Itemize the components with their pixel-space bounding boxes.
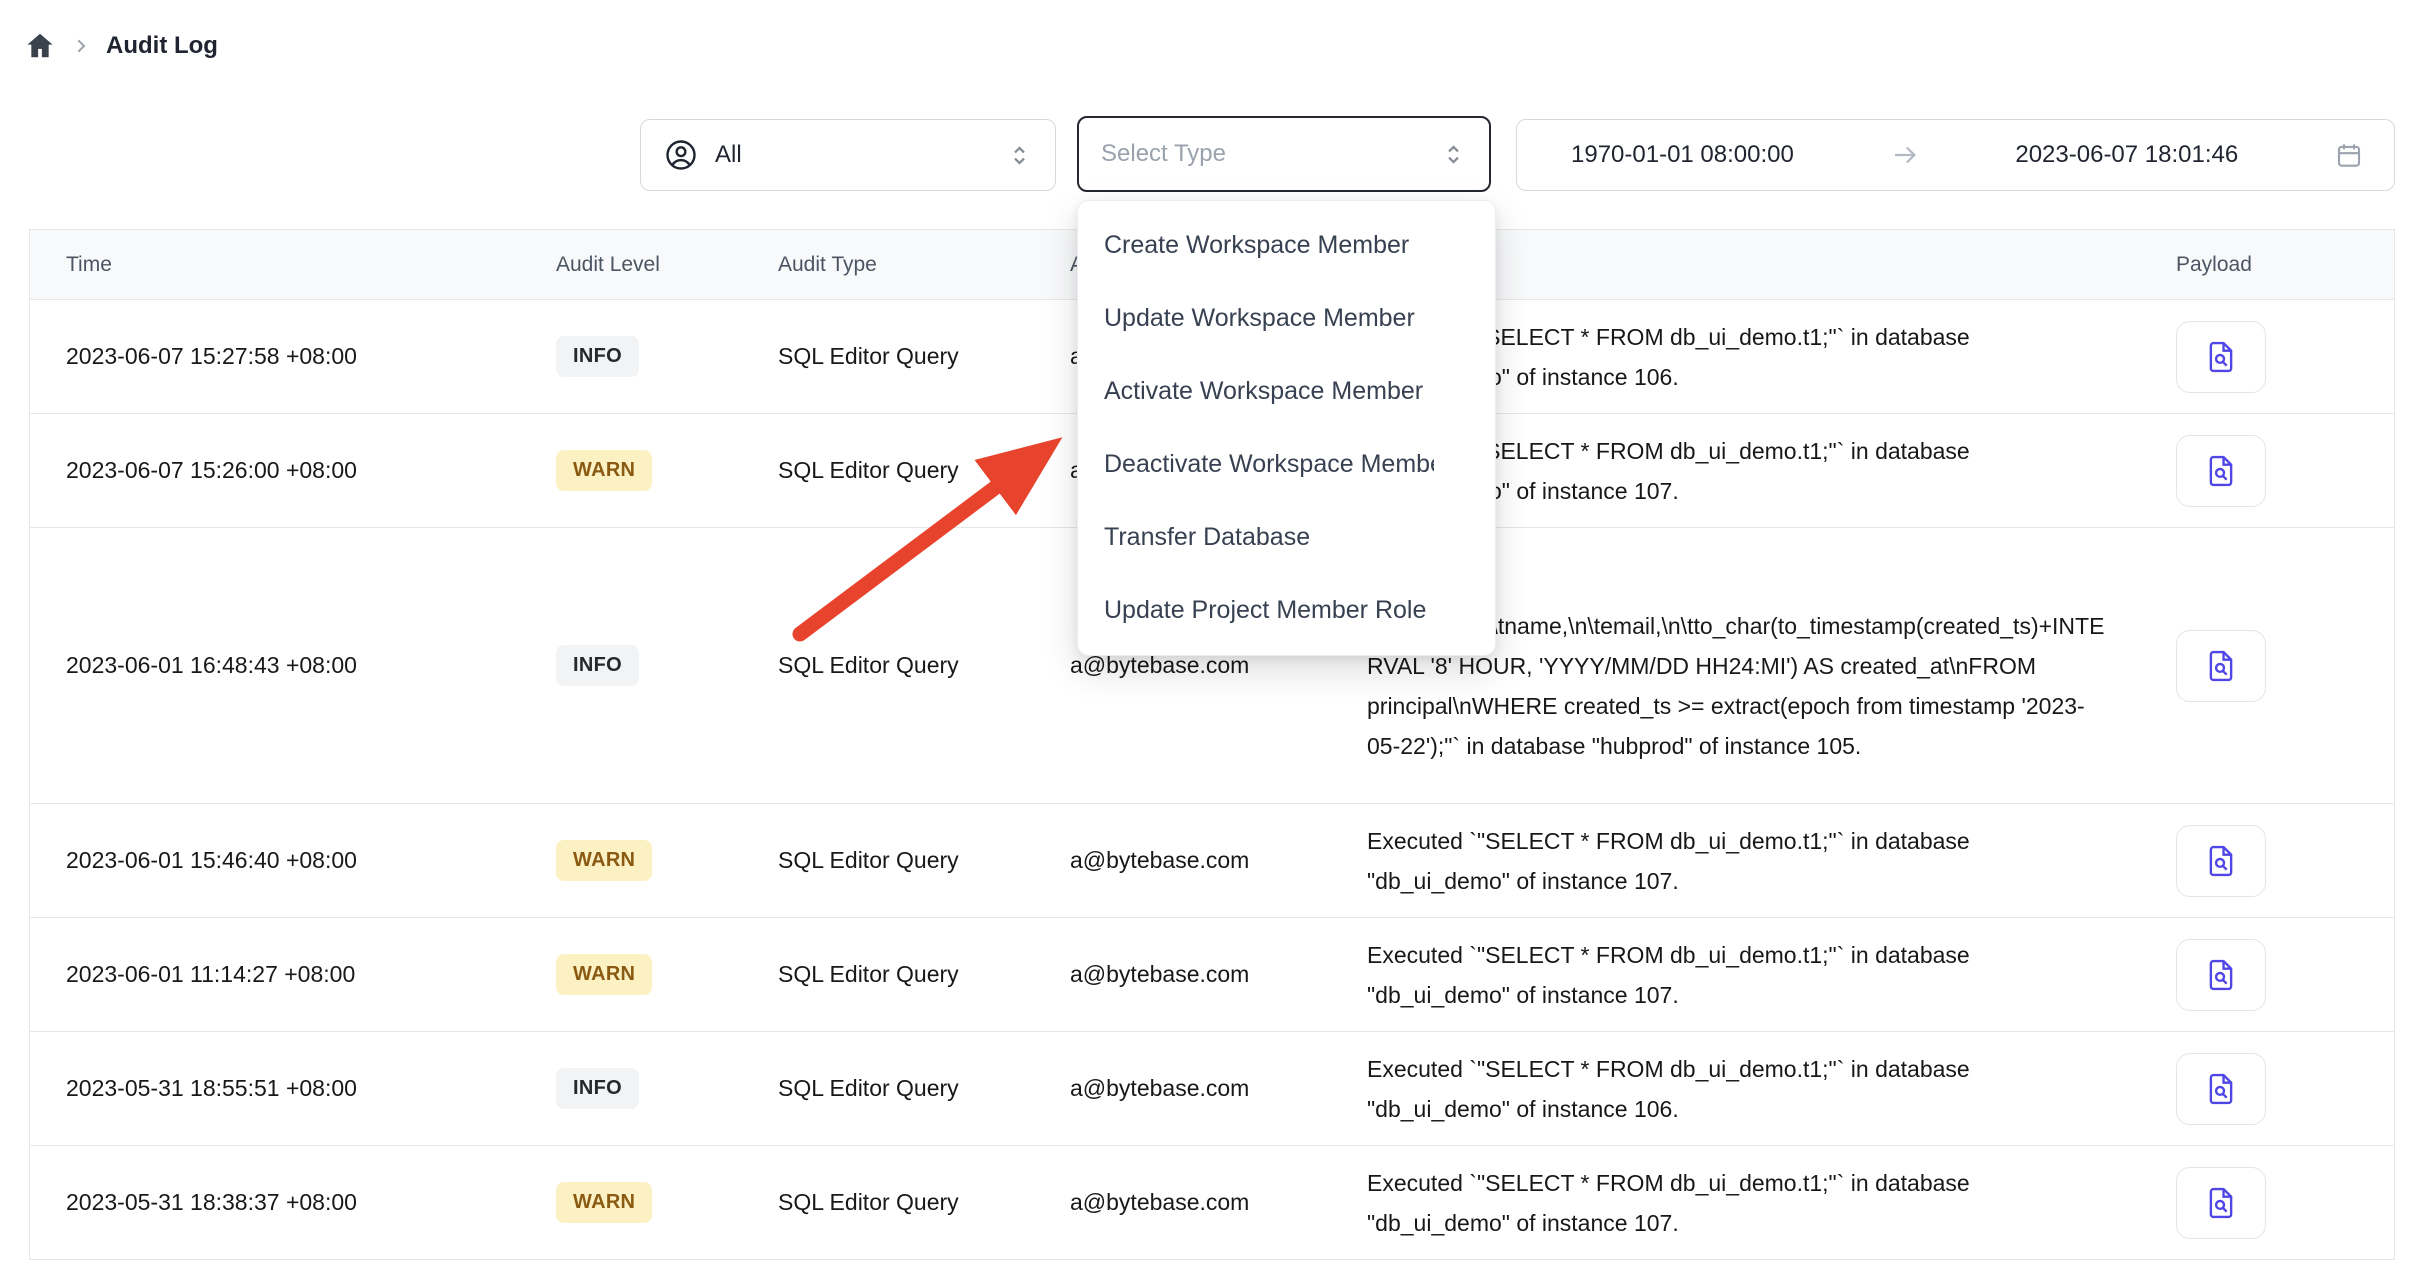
comment-cell: Executed `"SELECT * FROM db_ui_demo.t1;"… [1367,935,2147,1015]
table-row: 2023-05-31 18:38:37 +08:00 WARN SQL Edit… [30,1146,2394,1260]
audit-level-badge: INFO [556,645,639,686]
audit-level-badge: INFO [556,336,639,377]
header-time: Time [66,253,556,277]
audit-type-cell: SQL Editor Query [778,961,1070,988]
updown-chevrons-icon [1006,142,1033,169]
breadcrumb: Audit Log [24,26,218,66]
user-circle-icon [663,137,699,173]
calendar-icon [2334,140,2364,170]
dropdown-option-label: Update Project Member Role [1104,596,1426,625]
actor-filter-select[interactable]: All [640,119,1056,191]
document-search-icon [2202,452,2240,490]
dropdown-option[interactable]: Activate Workspace Member [1078,355,1495,428]
header-payload: Payload [2147,253,2394,277]
audit-type-cell: SQL Editor Query [778,652,1070,679]
audit-type-cell: SQL Editor Query [778,343,1070,370]
time-cell: 2023-06-01 16:48:43 +08:00 [66,652,556,679]
document-search-icon [2202,647,2240,685]
comment-cell: Executed `"SELECT * FROM db_ui_demo.t1;"… [1367,1163,2147,1243]
table-row: 2023-06-01 15:46:40 +08:00 WARN SQL Edit… [30,804,2394,918]
type-dropdown-menu: Create Workspace Member Update Workspace… [1077,200,1496,656]
document-search-icon [2202,956,2240,994]
audit-level-badge: WARN [556,450,652,491]
actor-filter-value: All [715,141,742,169]
dropdown-option[interactable]: Update Project Member Role [1078,574,1495,647]
payload-view-button[interactable] [2176,630,2266,702]
page-title: Audit Log [106,32,218,60]
dropdown-option-label: Transfer Database [1104,523,1310,552]
actor-cell: a@bytebase.com [1070,961,1367,988]
audit-type-cell: SQL Editor Query [778,847,1070,874]
date-range-start: 1970-01-01 08:00:00 [1547,141,1818,169]
type-filter-placeholder: Select Type [1101,140,1226,168]
document-search-icon [2202,338,2240,376]
date-range-picker[interactable]: 1970-01-01 08:00:00 2023-06-07 18:01:46 [1516,119,2395,191]
time-cell: 2023-05-31 18:38:37 +08:00 [66,1189,556,1216]
table-row: 2023-05-31 18:55:51 +08:00 INFO SQL Edit… [30,1032,2394,1146]
header-audit-type: Audit Type [778,253,1070,277]
payload-view-button[interactable] [2176,1053,2266,1125]
document-search-icon [2202,1184,2240,1222]
dropdown-option-label: Update Workspace Member [1104,304,1415,333]
actor-cell: a@bytebase.com [1070,847,1367,874]
payload-view-button[interactable] [2176,435,2266,507]
dropdown-option[interactable]: Create Workspace Member [1078,209,1495,282]
updown-chevrons-icon [1440,141,1467,168]
type-filter-select[interactable]: Select Type [1077,116,1491,192]
dropdown-option[interactable]: Transfer Database [1078,501,1495,574]
audit-level-badge: WARN [556,1182,652,1223]
audit-type-cell: SQL Editor Query [778,1189,1070,1216]
time-cell: 2023-06-07 15:26:00 +08:00 [66,457,556,484]
home-icon[interactable] [24,30,56,62]
table-row: 2023-06-01 11:14:27 +08:00 WARN SQL Edit… [30,918,2394,1032]
time-cell: 2023-06-01 11:14:27 +08:00 [66,961,556,988]
comment-cell: Executed `"SELECT * FROM db_ui_demo.t1;"… [1367,1049,2147,1129]
audit-type-cell: SQL Editor Query [778,457,1070,484]
dropdown-option-label: Deactivate Workspace Member [1104,450,1434,479]
audit-level-badge: INFO [556,1068,639,1109]
payload-view-button[interactable] [2176,825,2266,897]
document-search-icon [2202,842,2240,880]
time-cell: 2023-06-01 15:46:40 +08:00 [66,847,556,874]
arrow-right-icon [1890,140,1920,170]
dropdown-option[interactable]: Update Workspace Member [1078,282,1495,355]
dropdown-option-label: Activate Workspace Member [1104,377,1423,406]
date-range-end: 2023-06-07 18:01:46 [1991,141,2262,169]
time-cell: 2023-05-31 18:55:51 +08:00 [66,1075,556,1102]
actor-cell: a@bytebase.com [1070,1075,1367,1102]
payload-view-button[interactable] [2176,1167,2266,1239]
dropdown-option[interactable]: Deactivate Workspace Member [1078,428,1495,501]
dropdown-option-label: Create Workspace Member [1104,231,1409,260]
payload-view-button[interactable] [2176,321,2266,393]
breadcrumb-chevron-icon [72,37,90,55]
time-cell: 2023-06-07 15:27:58 +08:00 [66,343,556,370]
audit-level-badge: WARN [556,954,652,995]
document-search-icon [2202,1070,2240,1108]
audit-type-cell: SQL Editor Query [778,1075,1070,1102]
actor-cell: a@bytebase.com [1070,652,1367,679]
actor-cell: a@bytebase.com [1070,1189,1367,1216]
header-audit-level: Audit Level [556,253,778,277]
comment-cell: Executed `"SELECT * FROM db_ui_demo.t1;"… [1367,821,2147,901]
payload-view-button[interactable] [2176,939,2266,1011]
audit-level-badge: WARN [556,840,652,881]
